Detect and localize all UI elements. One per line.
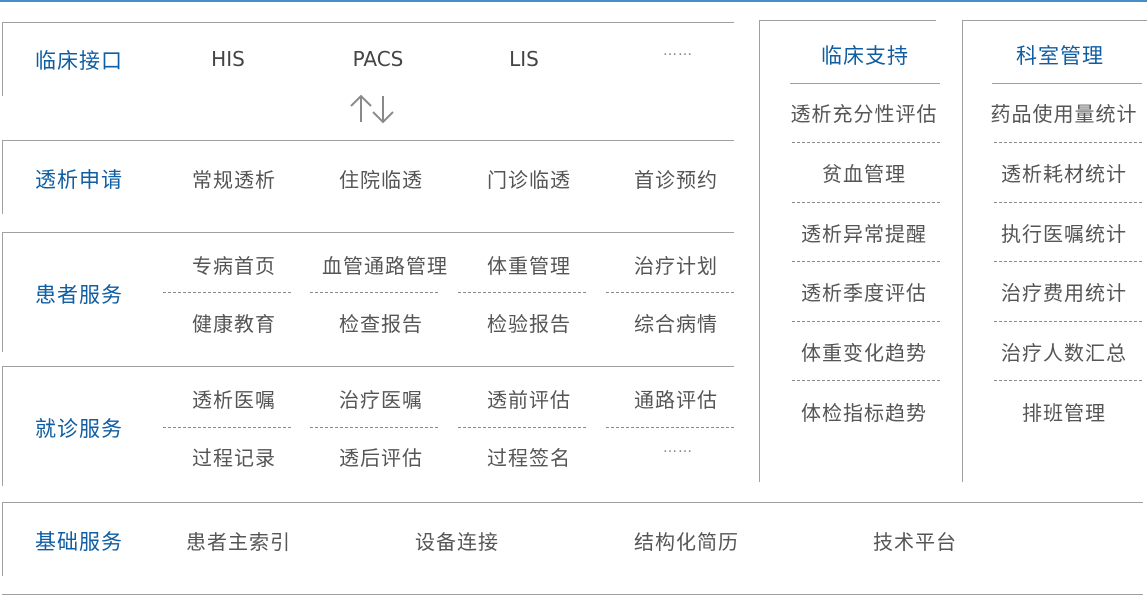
support-item: 透析季度评估 — [801, 281, 927, 305]
row-label-dialysis-request: 透析申请 — [35, 168, 123, 192]
dashed-divider — [458, 427, 586, 428]
clinical-support-title: 临床支持 — [821, 44, 909, 68]
divider — [759, 20, 760, 482]
row-label-patient-service: 患者服务 — [35, 283, 123, 307]
patient-item: 专病首页 — [192, 254, 276, 278]
patient-item: 综合病情 — [634, 312, 718, 336]
arrows-up-down-icon — [350, 94, 394, 124]
request-item: 首诊预约 — [634, 168, 718, 192]
interface-pacs: PACS — [352, 47, 404, 71]
top-border — [0, 0, 1147, 2]
visit-item: 透后评估 — [339, 446, 423, 470]
dashed-divider — [310, 292, 438, 293]
dashed-divider — [994, 202, 1142, 203]
divider — [2, 232, 734, 233]
dashed-divider — [994, 321, 1142, 322]
divider — [962, 20, 1147, 21]
visit-item: 治疗医嘱 — [339, 388, 423, 412]
patient-item: 血管通路管理 — [322, 254, 448, 278]
support-item: 体检指标趋势 — [801, 401, 927, 425]
patient-item: 治疗计划 — [634, 254, 718, 278]
divider — [992, 83, 1142, 84]
divider — [2, 232, 3, 352]
divider — [790, 83, 940, 84]
visit-item: 过程签名 — [487, 446, 571, 470]
dashed-divider — [792, 142, 940, 143]
patient-item: 检验报告 — [487, 312, 571, 336]
dept-item: 执行医嘱统计 — [1001, 222, 1127, 246]
divider — [2, 22, 734, 23]
dashed-divider — [606, 292, 734, 293]
support-item: 透析充分性评估 — [790, 102, 938, 126]
visit-item: 通路评估 — [634, 388, 718, 412]
dashed-divider — [792, 321, 940, 322]
dashed-divider — [792, 380, 940, 381]
divider — [2, 366, 734, 367]
dashed-divider — [994, 142, 1142, 143]
dashed-divider — [163, 427, 291, 428]
dashed-divider — [458, 292, 586, 293]
base-item: 技术平台 — [873, 530, 957, 554]
dashed-divider — [792, 261, 940, 262]
row-label-base-service: 基础服务 — [35, 530, 123, 554]
interface-his: HIS — [211, 47, 245, 71]
interface-more: …… — [663, 43, 693, 59]
dept-item: 透析耗材统计 — [1001, 162, 1127, 186]
dashed-divider — [606, 427, 734, 428]
dashed-divider — [792, 202, 940, 203]
row-label-interface: 临床接口 — [35, 49, 123, 73]
divider — [759, 20, 936, 21]
dept-management-title: 科室管理 — [1016, 44, 1104, 68]
patient-item: 健康教育 — [192, 312, 276, 336]
visit-item: 透析医嘱 — [192, 388, 276, 412]
divider — [2, 140, 734, 141]
dashed-divider — [994, 261, 1142, 262]
dept-item: 排班管理 — [1022, 401, 1106, 425]
divider — [2, 140, 3, 214]
dept-item: 治疗人数汇总 — [1001, 341, 1127, 365]
divider — [2, 502, 1143, 503]
request-item: 门诊临透 — [487, 168, 571, 192]
dept-item: 药品使用量统计 — [990, 102, 1138, 126]
patient-item: 体重管理 — [487, 254, 571, 278]
patient-item: 检查报告 — [339, 312, 423, 336]
request-item: 住院临透 — [339, 168, 423, 192]
visit-item: 过程记录 — [192, 446, 276, 470]
visit-item-more: …… — [663, 440, 693, 456]
support-item: 贫血管理 — [822, 162, 906, 186]
support-item: 透析异常提醒 — [801, 222, 927, 246]
visit-item: 透前评估 — [487, 388, 571, 412]
dept-item: 治疗费用统计 — [1001, 281, 1127, 305]
dashed-divider — [163, 292, 291, 293]
support-item: 体重变化趋势 — [801, 341, 927, 365]
request-item: 常规透析 — [192, 168, 276, 192]
interface-lis: LIS — [509, 47, 539, 71]
divider — [962, 20, 963, 482]
divider — [2, 594, 1143, 595]
dashed-divider — [994, 380, 1142, 381]
divider — [2, 366, 3, 486]
base-item: 设备连接 — [415, 530, 499, 554]
dashed-divider — [310, 427, 438, 428]
divider — [2, 502, 3, 576]
row-label-visit-service: 就诊服务 — [35, 417, 123, 441]
base-item: 患者主索引 — [186, 530, 291, 554]
base-item: 结构化简历 — [634, 530, 739, 554]
divider — [2, 22, 3, 96]
